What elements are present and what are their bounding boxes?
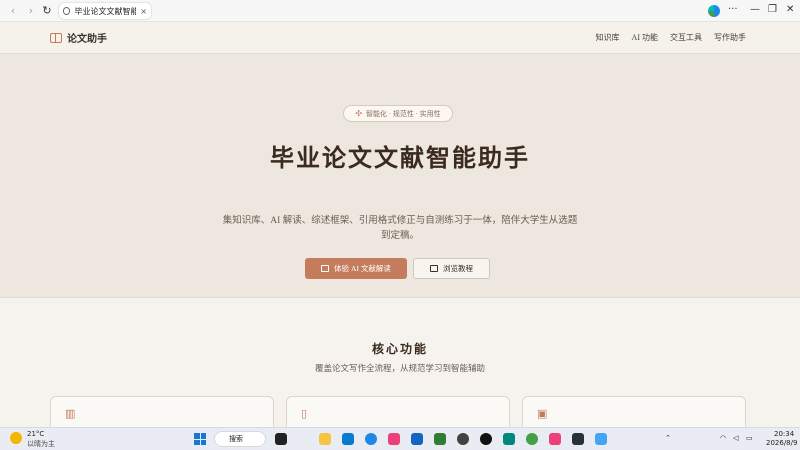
- brand-name: 论文助手: [67, 34, 107, 45]
- globe-icon: [63, 7, 71, 15]
- hero-title: 毕业论文文献智能助手: [270, 143, 530, 172]
- vscode-icon[interactable]: [342, 433, 354, 445]
- edge-icon[interactable]: [708, 5, 720, 17]
- ai-interpret-label: 体验 AI 文献解读: [334, 264, 391, 273]
- app-icon[interactable]: [503, 433, 515, 445]
- browser-toolbar: ‹ › ↻ 毕业论文文献智能助手 × ··· — ❐ ✕: [0, 0, 800, 22]
- app-icon[interactable]: [526, 433, 538, 445]
- task-view-icon[interactable]: [275, 433, 287, 445]
- menu-item-knowledge[interactable]: 知识库: [596, 32, 620, 43]
- restore-button[interactable]: ❐: [768, 4, 777, 15]
- battery-icon[interactable]: ▭: [746, 434, 753, 442]
- clock-time[interactable]: 20:34: [774, 430, 794, 438]
- browse-tutorial-button[interactable]: 浏览教程: [413, 258, 490, 279]
- qq-icon[interactable]: [480, 433, 492, 445]
- menu-item-tools[interactable]: 交互工具: [670, 32, 702, 43]
- feature-card[interactable]: ▣: [522, 396, 746, 427]
- web-page: 论文助手 知识库 AI 功能 交互工具 写作助手 ✣ 智能化 · 规范性 · 实…: [0, 22, 800, 427]
- notepad-icon[interactable]: [595, 433, 607, 445]
- menu-item-ai[interactable]: AI 功能: [632, 32, 658, 43]
- features-subtitle: 覆盖论文写作全流程，从规范学习到智能辅助: [314, 363, 485, 373]
- edge-icon[interactable]: [365, 433, 377, 445]
- tray-chevron-icon[interactable]: ⌃: [665, 434, 671, 442]
- close-window-button[interactable]: ✕: [786, 4, 794, 15]
- more-menu-button[interactable]: ···: [728, 4, 738, 15]
- book-icon: [50, 32, 62, 43]
- terminal-icon[interactable]: [572, 433, 584, 445]
- weather-description: 以晴为主: [27, 440, 55, 448]
- forward-button[interactable]: ›: [24, 4, 38, 18]
- feature-card[interactable]: ▯: [286, 396, 510, 427]
- tab-close-button[interactable]: ×: [140, 7, 147, 16]
- hero-description: 集知识库、AI 解读、综述框架、引用格式修正与自测练习于一体，陪伴大学生从选题到…: [222, 216, 578, 241]
- file-explorer-icon[interactable]: [319, 433, 331, 445]
- book-icon: [430, 265, 438, 272]
- reload-button[interactable]: ↻: [40, 4, 54, 18]
- features-title: 核心功能: [371, 342, 428, 356]
- minimize-button[interactable]: —: [750, 4, 760, 15]
- weather-icon[interactable]: [10, 432, 22, 444]
- features-section: 核心功能 覆盖论文写作全流程，从规范学习到智能辅助 ▥ ▯ ▣: [0, 320, 800, 427]
- hero-section: ✣ 智能化 · 规范性 · 实用性 毕业论文文献智能助手 集知识库、AI 解读、…: [0, 54, 800, 298]
- taskbar: 21°C 以晴为主 搜索 ⌃ ◠ ◁ ▭ 20:34 2026/8/9: [0, 427, 800, 450]
- main-menu: 知识库 AI 功能 交互工具 写作助手: [596, 32, 746, 43]
- books-icon: ▥: [65, 407, 76, 420]
- sparkle-icon: ✣: [355, 109, 363, 118]
- browser-tab[interactable]: 毕业论文文献智能助手 ×: [58, 2, 152, 20]
- browse-tutorial-label: 浏览教程: [443, 264, 473, 273]
- back-button[interactable]: ‹: [6, 4, 20, 18]
- robot-icon: ▣: [537, 407, 548, 420]
- wifi-icon[interactable]: ◠: [720, 434, 726, 442]
- clock-date[interactable]: 2026/8/9: [766, 439, 797, 447]
- ai-interpret-button[interactable]: 体验 AI 文献解读: [305, 258, 407, 279]
- search-label: 搜索: [229, 435, 243, 443]
- site-header: 论文助手 知识库 AI 功能 交互工具 写作助手: [0, 22, 800, 54]
- weather-temperature: 21°C: [27, 430, 45, 438]
- app-icon[interactable]: [457, 433, 469, 445]
- feature-pill: ✣ 智能化 · 规范性 · 实用性: [343, 105, 453, 122]
- app-icon[interactable]: [411, 433, 423, 445]
- robot-icon: [321, 265, 330, 272]
- start-button[interactable]: [194, 433, 206, 445]
- book-icon: ▯: [301, 407, 308, 420]
- pill-text: 智能化 · 规范性 · 实用性: [366, 109, 441, 118]
- menu-item-writing[interactable]: 写作助手: [714, 32, 746, 43]
- app-icon[interactable]: [549, 433, 561, 445]
- feature-card[interactable]: ▥: [50, 396, 274, 427]
- app-icon[interactable]: [388, 433, 400, 445]
- tab-title: 毕业论文文献智能助手: [74, 6, 137, 16]
- taskbar-search[interactable]: 搜索: [214, 431, 266, 447]
- wechat-icon[interactable]: [434, 433, 446, 445]
- brand[interactable]: 论文助手: [50, 30, 107, 45]
- volume-icon[interactable]: ◁: [733, 434, 738, 442]
